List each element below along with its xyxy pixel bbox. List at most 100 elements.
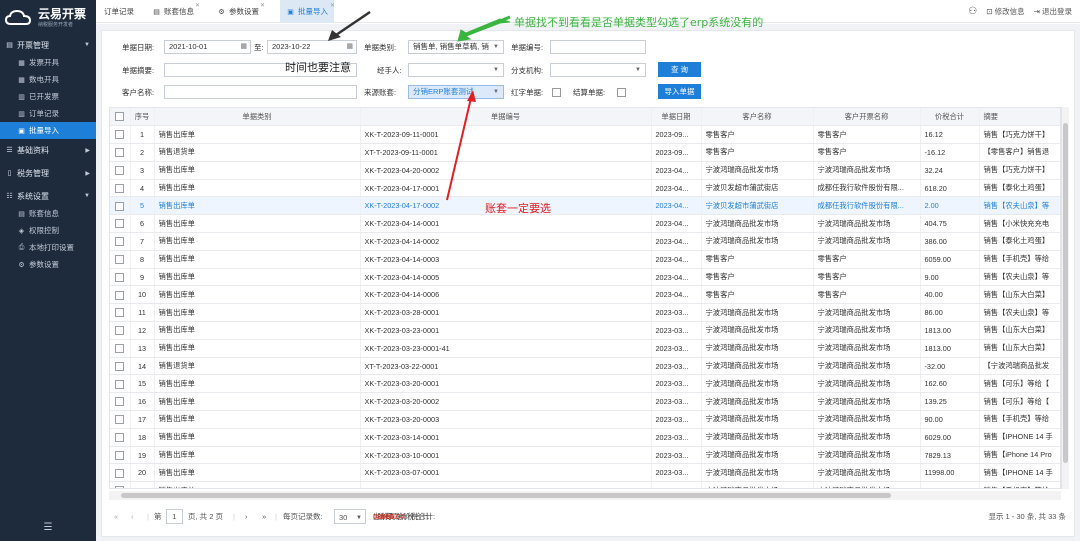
checkbox[interactable] bbox=[115, 397, 125, 407]
table-row[interactable]: 18 销售出库单 XK-T-2023-03-14-0001 2023-03... 宁波鸿… bbox=[110, 428, 1060, 447]
column-header[interactable]: 摘要 bbox=[979, 108, 1060, 127]
calendar-icon[interactable]: ▦ bbox=[346, 41, 353, 53]
doc-no-input[interactable] bbox=[550, 40, 646, 54]
column-header[interactable]: 单据类别 bbox=[154, 108, 361, 127]
table-row[interactable]: 19 销售出库单 XK-T-2023-03-10-0001 2023-03... 宁波鸿… bbox=[110, 446, 1060, 465]
table-row[interactable]: 6 销售出库单 XK-T-2023-04-14-0001 2023-04... 宁波鸿瑞… bbox=[110, 214, 1060, 234]
settle-checkbox[interactable] bbox=[617, 88, 626, 97]
table-row[interactable]: 14 销售退货单 XT-T-2023-03-22-0001 2023-03... 宁波鸿… bbox=[110, 357, 1060, 376]
row-checkbox-cell[interactable] bbox=[110, 143, 131, 162]
column-header[interactable]: 单据编号 bbox=[360, 108, 652, 127]
row-checkbox-cell[interactable] bbox=[110, 374, 131, 394]
table-row[interactable]: 3 销售出库单 XK-T-2023-04-20-0002 2023-04... 宁波鸿瑞… bbox=[110, 161, 1060, 180]
sidebar-item-account-info[interactable]: ▤ 账套信息 bbox=[0, 205, 96, 222]
handler-select[interactable]: ▼ bbox=[408, 63, 504, 77]
nav-group-settings[interactable]: ☷ 系统设置 ▼ bbox=[0, 187, 96, 205]
sidebar-item-issue-invoice[interactable]: ▦ 发票开具 bbox=[0, 54, 96, 71]
checkbox[interactable] bbox=[115, 219, 125, 229]
column-header[interactable]: 客户名称 bbox=[701, 108, 814, 127]
menu-icon[interactable]: ☰ bbox=[0, 522, 96, 533]
query-button[interactable]: 查 询 bbox=[658, 62, 701, 77]
table-row[interactable]: 13 销售出库单 XK-T-2023-03-23-0001-41 2023-03...… bbox=[110, 339, 1060, 358]
row-checkbox-cell[interactable] bbox=[110, 214, 131, 234]
per-page-select[interactable]: 30 ▼ bbox=[334, 509, 366, 524]
row-checkbox-cell[interactable] bbox=[110, 463, 131, 483]
last-page-icon[interactable]: » bbox=[262, 509, 266, 525]
checkbox[interactable] bbox=[115, 415, 125, 425]
tab-order-records[interactable]: 订单记录 bbox=[104, 0, 134, 23]
row-checkbox-cell[interactable] bbox=[110, 232, 131, 251]
first-page-icon[interactable]: « bbox=[114, 509, 118, 525]
table-row[interactable]: 17 销售出库单 XK-T-2023-03-20-0003 2023-03... 宁波鸿… bbox=[110, 410, 1060, 429]
column-header[interactable]: 单据日期 bbox=[651, 108, 702, 127]
table-row[interactable]: 4 销售出库单 XK-T-2023-04-17-0001 2023-04... 宁波贝发… bbox=[110, 179, 1060, 198]
column-header[interactable]: 序号 bbox=[130, 108, 155, 127]
checkbox[interactable] bbox=[115, 379, 125, 389]
row-checkbox-cell[interactable] bbox=[110, 339, 131, 358]
row-checkbox-cell[interactable] bbox=[110, 357, 131, 376]
checkbox[interactable] bbox=[115, 468, 125, 478]
checkbox[interactable] bbox=[115, 344, 125, 354]
close-icon[interactable]: ✕ bbox=[195, 2, 200, 9]
table-row[interactable]: 16 销售出库单 XK-T-2023-03-20-0002 2023-03... 宁波鸿… bbox=[110, 392, 1060, 412]
row-checkbox-cell[interactable] bbox=[110, 392, 131, 412]
checkbox[interactable] bbox=[115, 308, 125, 318]
column-header[interactable]: 客户开票名称 bbox=[813, 108, 921, 127]
tab-parameters[interactable]: ⚙ 参数设置 ✕ bbox=[217, 0, 265, 23]
customer-input[interactable] bbox=[164, 85, 357, 99]
branch-select[interactable]: ▼ bbox=[550, 63, 646, 77]
checkbox[interactable] bbox=[115, 361, 125, 371]
nav-group-invoice[interactable]: ▤ 开票管理 ▼ bbox=[0, 36, 96, 54]
source-account-select[interactable]: 分销ERP账套测试 ▼ bbox=[408, 85, 504, 99]
sidebar-item-parameters[interactable]: ⚙ 参数设置 bbox=[0, 256, 96, 273]
nav-group-basic-data[interactable]: ☰ 基础资料 ▶ bbox=[0, 141, 96, 159]
red-checkbox[interactable] bbox=[552, 88, 561, 97]
sidebar-item-order-records[interactable]: ▥ 订单记录 bbox=[0, 105, 96, 122]
table-row[interactable]: 8 销售出库单 XK-T-2023-04-14-0003 2023-04... 零售客户… bbox=[110, 250, 1060, 269]
logout-link[interactable]: ⇥ 退出登录 bbox=[1034, 6, 1072, 17]
date-to-input[interactable]: 2023-10-22 ▦ bbox=[267, 40, 357, 54]
row-checkbox-cell[interactable] bbox=[110, 161, 131, 180]
select-all-checkbox[interactable] bbox=[110, 108, 131, 127]
prev-page-icon[interactable]: ‹ bbox=[131, 509, 134, 525]
row-checkbox-cell[interactable] bbox=[110, 268, 131, 287]
next-page-icon[interactable]: › bbox=[245, 509, 248, 525]
checkbox[interactable] bbox=[115, 433, 125, 443]
scroll-thumb[interactable] bbox=[121, 493, 891, 498]
row-checkbox-cell[interactable] bbox=[110, 481, 131, 488]
checkbox[interactable] bbox=[115, 130, 125, 140]
sidebar-item-print-settings[interactable]: ⎙ 本地打印设置 bbox=[0, 239, 96, 256]
checkbox[interactable] bbox=[115, 166, 125, 176]
sidebar-item-permissions[interactable]: ◈ 权限控制 bbox=[0, 222, 96, 239]
row-checkbox-cell[interactable] bbox=[110, 196, 131, 216]
import-button[interactable]: 导入单据 bbox=[658, 84, 701, 99]
sidebar-item-issued-invoices[interactable]: ▥ 已开发票 bbox=[0, 88, 96, 105]
row-checkbox-cell[interactable] bbox=[110, 428, 131, 447]
checkbox[interactable] bbox=[115, 486, 125, 488]
row-checkbox-cell[interactable] bbox=[110, 410, 131, 429]
horizontal-scrollbar[interactable] bbox=[109, 491, 1061, 500]
checkbox[interactable] bbox=[115, 112, 125, 122]
table-row[interactable]: 20 销售出库单 XK-T-2023-03-07-0001 2023-03... 宁波鸿… bbox=[110, 463, 1060, 483]
column-header[interactable]: 价税合计 bbox=[920, 108, 980, 127]
tab-account-info[interactable]: ▤ 账套信息 ✕ bbox=[152, 0, 200, 23]
table-row[interactable]: 12 销售出库单 XK-T-2023-03-23-0001 2023-03... 宁波鸿… bbox=[110, 321, 1060, 340]
checkbox[interactable] bbox=[115, 450, 125, 460]
sidebar-item-digital-invoice[interactable]: ▦ 数电开具 bbox=[0, 71, 96, 88]
scroll-thumb[interactable] bbox=[1063, 123, 1068, 463]
table-row[interactable]: 7 销售出库单 XK-T-2023-04-14-0002 2023-04... 宁波鸿瑞… bbox=[110, 232, 1060, 251]
row-checkbox-cell[interactable] bbox=[110, 303, 131, 323]
row-checkbox-cell[interactable] bbox=[110, 125, 131, 145]
close-icon[interactable]: ✕ bbox=[260, 2, 265, 9]
nav-group-tax[interactable]: ▯ 税务管理 ▶ bbox=[0, 164, 96, 182]
checkbox[interactable] bbox=[115, 290, 125, 300]
table-row[interactable]: 15 销售出库单 XK-T-2023-03-20-0001 2023-03... 宁波鸿… bbox=[110, 374, 1060, 394]
checkbox[interactable] bbox=[115, 272, 125, 282]
change-info-link[interactable]: ⊡ 修改信息 bbox=[986, 6, 1024, 17]
table-row[interactable]: 10 销售出库单 XK-T-2023-04-14-0006 2023-04... 零售客… bbox=[110, 285, 1060, 305]
table-row[interactable]: 21销售出库单XK-T-2023-03-01-00012023-03...宁波鸿… bbox=[110, 481, 1060, 488]
table-row[interactable]: 11 销售出库单 XK-T-2023-03-28-0001 2023-03... 宁波鸿… bbox=[110, 303, 1060, 323]
table-row[interactable]: 5 销售出库单 XK-T-2023-04-17-0002 2023-04... 宁波贝发… bbox=[110, 196, 1060, 216]
user-icon[interactable]: ⚇ bbox=[968, 6, 977, 17]
table-row[interactable]: 2 销售退货单 XT-T-2023-09-11-0001 2023-09... 零售客户… bbox=[110, 143, 1060, 162]
